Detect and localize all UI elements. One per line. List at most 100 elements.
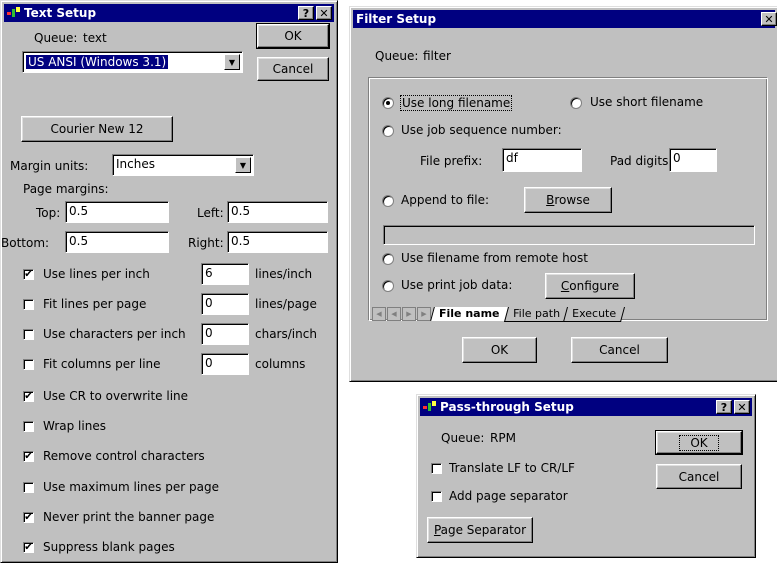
checkbox-banner-page[interactable]: ✔ — [23, 512, 34, 523]
option-unit: lines/page — [255, 297, 317, 311]
option-unit: columns — [255, 357, 306, 371]
option-label: Use lines per inch — [43, 267, 150, 281]
last-tab-icon[interactable]: ▶ — [417, 307, 431, 321]
left-margin-input[interactable]: 0.5 — [227, 201, 328, 223]
cancel-label: Cancel — [678, 469, 720, 484]
cancel-button[interactable]: Cancel — [571, 337, 668, 363]
radio-short-filename[interactable] — [570, 97, 582, 109]
first-tab-icon[interactable]: ◀ — [372, 307, 386, 321]
font-button[interactable]: Courier New 12 — [21, 116, 173, 142]
app-icon — [7, 7, 20, 17]
close-button[interactable]: ✕ — [734, 400, 750, 414]
app-icon — [423, 401, 436, 411]
browse-button[interactable]: Browse — [524, 187, 612, 213]
checkbox-lines-per-inch[interactable]: ✔ — [23, 269, 34, 280]
chevron-down-icon[interactable]: ▼ — [235, 157, 251, 173]
queue-label: Queue: — [441, 431, 485, 445]
configure-text: onfigure — [569, 279, 620, 293]
checkbox-add-separator[interactable] — [431, 491, 442, 502]
bottom-margin-input[interactable]: 0.5 — [65, 231, 169, 253]
ok-button[interactable]: OK — [655, 430, 743, 455]
checkbox-translate-lf[interactable] — [431, 463, 442, 474]
tab-execute[interactable]: Execute — [563, 307, 626, 322]
margin-units-label: Margin units: — [10, 159, 89, 173]
radio-long-filename[interactable] — [382, 97, 394, 109]
queue-value: text — [83, 31, 107, 45]
cancel-button[interactable]: Cancel — [656, 464, 742, 489]
next-tab-icon[interactable]: ▶ — [402, 307, 416, 321]
filter-setup-titlebar[interactable]: Filter Setup ✕ — [353, 10, 777, 28]
pad-digits-value: 0 — [673, 151, 681, 165]
ok-label: OK — [679, 434, 719, 451]
left-label: Left: — [197, 206, 224, 220]
chars-per-inch-input[interactable]: 0 — [201, 323, 249, 345]
dialog-title: Filter Setup — [356, 12, 437, 26]
radio-append-file[interactable] — [382, 195, 394, 207]
charset-select[interactable]: US ANSI (Windows 3.1) ▼ — [22, 51, 243, 73]
help-button[interactable]: ? — [716, 400, 732, 414]
close-button[interactable]: ✕ — [761, 12, 777, 26]
lines-per-inch-input[interactable]: 6 — [201, 263, 249, 285]
font-label: Courier New 12 — [50, 122, 144, 136]
option-value: 0 — [205, 296, 213, 310]
checkbox-label: Add page separator — [449, 489, 568, 503]
tab-file-path[interactable]: File path — [503, 307, 568, 322]
dialog-title: Text Setup — [24, 6, 97, 20]
ok-label: OK — [284, 29, 302, 43]
browse-label: Browse — [546, 193, 590, 207]
checkbox-wrap-lines[interactable] — [23, 421, 34, 432]
page-margins-label: Page margins: — [23, 182, 109, 196]
radio-label: Use print job data: — [401, 278, 513, 292]
radio-print-job-data[interactable] — [382, 280, 394, 292]
columns-input[interactable]: 0 — [201, 353, 249, 375]
margin-units-value: Inches — [116, 157, 155, 171]
prev-tab-icon[interactable]: ◀ — [387, 307, 401, 321]
option-value: 6 — [205, 266, 213, 280]
ok-button[interactable]: OK — [256, 23, 330, 49]
chevron-down-icon[interactable]: ▼ — [224, 54, 240, 70]
option-label: Wrap lines — [43, 419, 106, 433]
checkbox-max-lines[interactable] — [23, 482, 34, 493]
top-margin-input[interactable]: 0.5 — [65, 201, 169, 223]
file-prefix-input[interactable]: df — [502, 148, 582, 172]
configure-button[interactable]: Configure — [545, 273, 635, 299]
page-separator-button[interactable]: Page Separator — [427, 517, 533, 543]
radio-label: Use filename from remote host — [401, 251, 588, 265]
right-margin-value: 0.5 — [231, 234, 251, 248]
text-setup-titlebar[interactable]: Text Setup ? ✕ — [4, 4, 334, 22]
text-setup-dialog: Text Setup ? ✕ Queue: text OK Cancel US … — [0, 0, 338, 563]
checkbox-chars-per-inch[interactable] — [23, 329, 34, 340]
radio-label: Use short filename — [590, 95, 704, 109]
browse-text: rowse — [554, 193, 590, 207]
option-label: Remove control characters — [43, 449, 205, 463]
option-value: 0 — [205, 326, 213, 340]
checkbox-remove-control[interactable]: ✔ — [23, 451, 34, 462]
option-unit: chars/inch — [255, 327, 317, 341]
pad-digits-input[interactable]: 0 — [669, 148, 717, 172]
tab-file-name[interactable]: File name — [430, 307, 508, 321]
pad-digits-label: Pad digits — [610, 154, 669, 168]
checkbox-cr-overwrite[interactable]: ✔ — [23, 391, 34, 402]
page-separator-text: age Separator — [440, 523, 527, 537]
margin-units-select[interactable]: Inches ▼ — [112, 154, 254, 176]
passthrough-titlebar[interactable]: Pass-through Setup ? ✕ — [420, 398, 752, 416]
radio-job-sequence[interactable] — [382, 125, 394, 137]
bottom-margin-value: 0.5 — [69, 234, 89, 248]
checkbox-label: Translate LF to CR/LF — [449, 461, 575, 475]
radio-label: Append to file: — [401, 193, 490, 207]
checkbox-fit-lines[interactable] — [23, 299, 34, 310]
option-label: Fit columns per line — [43, 357, 161, 371]
ok-button[interactable]: OK — [462, 337, 537, 363]
checkbox-fit-columns[interactable] — [23, 359, 34, 370]
radio-remote-host[interactable] — [382, 253, 394, 265]
option-label: Use CR to overwrite line — [43, 389, 189, 403]
lines-per-page-input[interactable]: 0 — [201, 293, 249, 315]
charset-value: US ANSI (Windows 3.1) — [24, 54, 170, 70]
close-button[interactable]: ✕ — [316, 6, 332, 20]
right-label: Right: — [188, 236, 224, 250]
help-button[interactable]: ? — [298, 6, 314, 20]
page-separator-label: Page Separator — [434, 523, 526, 537]
right-margin-input[interactable]: 0.5 — [227, 231, 328, 253]
cancel-button[interactable]: Cancel — [257, 57, 329, 81]
checkbox-suppress-blank[interactable]: ✔ — [23, 542, 34, 553]
